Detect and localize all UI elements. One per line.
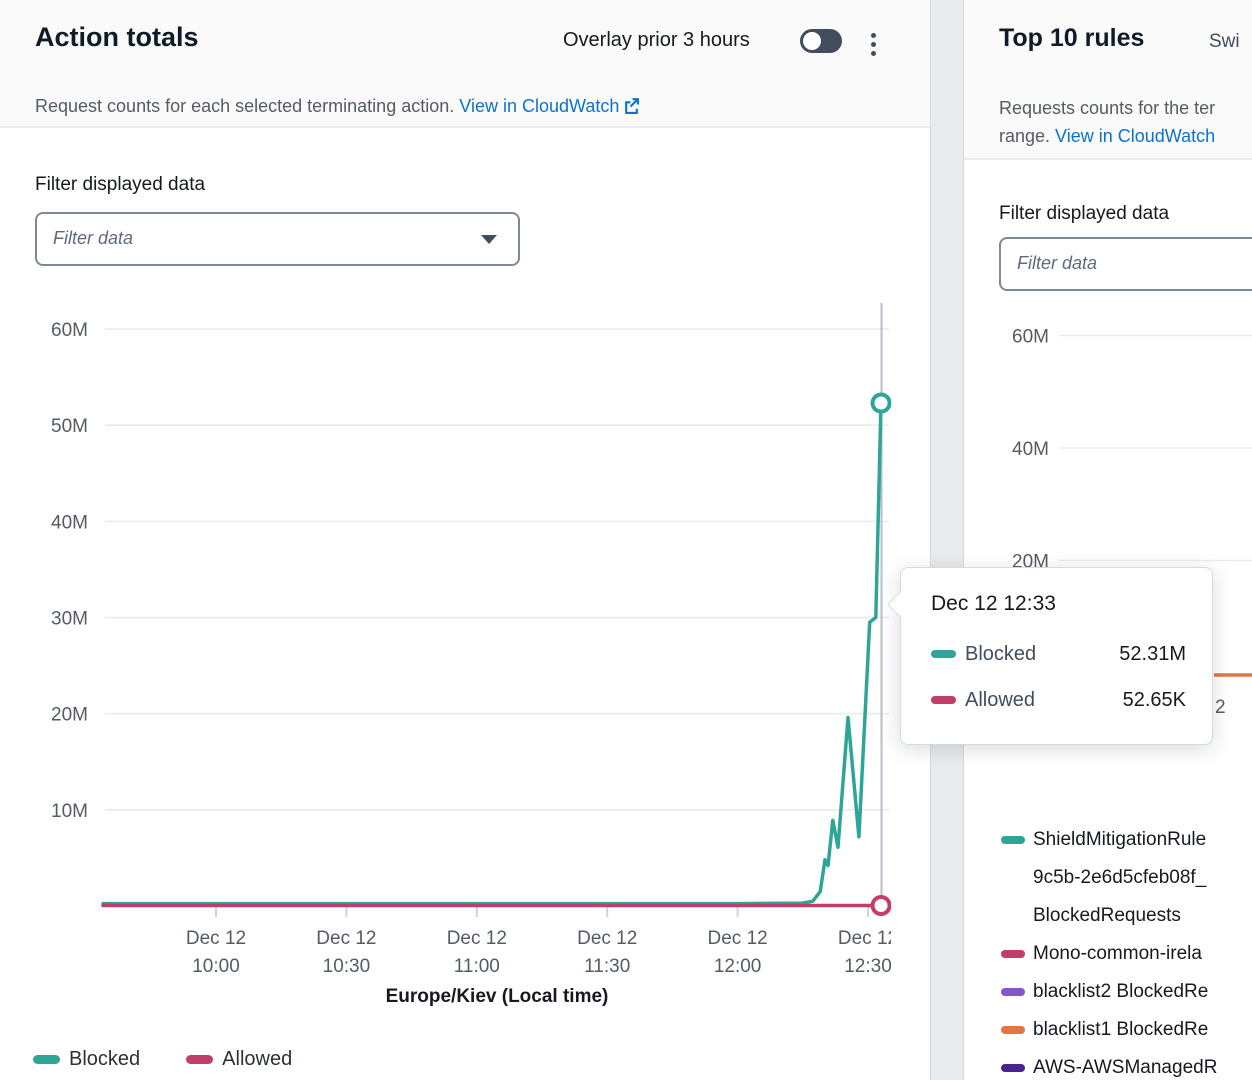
x-axis-title: Europe/Kiev (Local time) xyxy=(105,986,889,1008)
x-axis-label: Dec 12 xyxy=(186,928,246,949)
top-10-rules-panel: Top 10 rules Swi Requests counts for the… xyxy=(963,0,1252,1080)
rule-legend-item[interactable]: blacklist1 BlockedRe xyxy=(964,1011,1252,1049)
y-axis-label: 20M xyxy=(51,705,88,726)
y-axis-label: 30M xyxy=(51,609,88,630)
tooltip-series-value: 52.31M xyxy=(1119,643,1186,666)
x-axis-label: 12:00 xyxy=(714,956,762,977)
waf-traffic-dashboard: Action totals Overlay prior 3 hours Requ… xyxy=(0,0,1252,1080)
x-axis-label: 11:00 xyxy=(454,956,500,977)
rule-legend-item[interactable]: Mono-common-irela xyxy=(964,935,1252,973)
legend-swatch xyxy=(186,1055,213,1064)
legend-swatch xyxy=(1001,988,1025,996)
rule-legend-label: blacklist2 BlockedRe xyxy=(1033,981,1208,1003)
y-axis-label: 60M xyxy=(51,320,88,341)
tooltip-row-blocked: Blocked 52.31M xyxy=(931,641,1186,667)
rule-legend-item[interactable]: 9c5b-2e6d5cfeb08f_ xyxy=(964,859,1252,897)
x-axis-label: Dec 12 xyxy=(708,928,768,949)
rule-legend-label: 9c5b-2e6d5cfeb08f_ xyxy=(1033,867,1206,889)
rule-legend-item[interactable]: ShieldMitigationRule xyxy=(964,821,1252,859)
tooltip-swatch xyxy=(931,650,956,658)
y-axis-label: 60M xyxy=(1012,327,1049,348)
x-axis-label: 11:30 xyxy=(584,956,630,977)
rule-legend-item[interactable]: BlockedRequests xyxy=(964,897,1252,935)
rule-legend-label: blacklist1 BlockedRe xyxy=(1033,1019,1208,1041)
legend-swatch xyxy=(1001,950,1025,958)
x-axis-label: 12:30 xyxy=(844,956,891,977)
x-axis-label: Dec 12 xyxy=(577,928,637,949)
x-axis-label: Dec 12 xyxy=(838,928,891,949)
rule-legend-item[interactable]: AWS-AWSManagedR xyxy=(964,1049,1252,1080)
legend-item-blocked[interactable]: Blocked xyxy=(33,1048,140,1071)
x-axis-label: 10:30 xyxy=(323,956,371,977)
chart-legend: Blocked Allowed xyxy=(33,1048,292,1071)
rule-legend-label: AWS-AWSManagedR xyxy=(1033,1057,1217,1079)
tooltip-row-allowed: Allowed 52.65K xyxy=(931,687,1186,713)
rule-legend-label: ShieldMitigationRule xyxy=(1033,829,1206,851)
series-endpoint-marker-blocked xyxy=(873,395,890,412)
legend-swatch xyxy=(1001,836,1025,844)
legend-label: Allowed xyxy=(222,1048,292,1071)
legend-swatch xyxy=(1001,1064,1025,1072)
tooltip-swatch xyxy=(931,696,956,704)
tooltip-timestamp: Dec 12 12:33 xyxy=(931,592,1186,616)
x-axis-label: 10:00 xyxy=(192,956,240,977)
legend-swatch xyxy=(33,1055,60,1064)
action-totals-chart[interactable]: 10M 20M 30M 40M 50M 60M Dec 12 10:00 Dec 12 10:30… xyxy=(0,0,891,1030)
y-axis-label: 40M xyxy=(51,512,88,533)
x-axis-label: Dec 12 xyxy=(316,928,376,949)
tooltip-series-label: Allowed xyxy=(965,689,1035,712)
chart-tooltip: Dec 12 12:33 Blocked 52.31M Allowed 52.65K xyxy=(900,567,1213,745)
legend-label: Blocked xyxy=(69,1048,140,1071)
legend-swatch xyxy=(1001,1026,1025,1034)
partial-x-tick-label: 2 xyxy=(1215,697,1226,718)
rule-legend-label: Mono-common-irela xyxy=(1033,943,1202,965)
action-totals-panel: Action totals Overlay prior 3 hours Requ… xyxy=(0,0,931,1080)
series-endpoint-marker-allowed xyxy=(873,897,890,914)
rules-legend: ShieldMitigationRule 9c5b-2e6d5cfeb08f_ Bl… xyxy=(964,821,1252,1080)
y-axis-label: 40M xyxy=(1012,439,1049,460)
tooltip-series-label: Blocked xyxy=(965,643,1036,666)
rule-legend-label: BlockedRequests xyxy=(1033,905,1181,927)
series-line-blocked xyxy=(103,403,881,904)
tooltip-series-value: 52.65K xyxy=(1123,689,1186,712)
x-axis-label: Dec 12 xyxy=(447,928,507,949)
y-axis-label: 10M xyxy=(51,801,88,822)
legend-item-allowed[interactable]: Allowed xyxy=(186,1048,292,1071)
y-axis-label: 50M xyxy=(51,416,88,437)
rule-legend-item[interactable]: blacklist2 BlockedRe xyxy=(964,973,1252,1011)
